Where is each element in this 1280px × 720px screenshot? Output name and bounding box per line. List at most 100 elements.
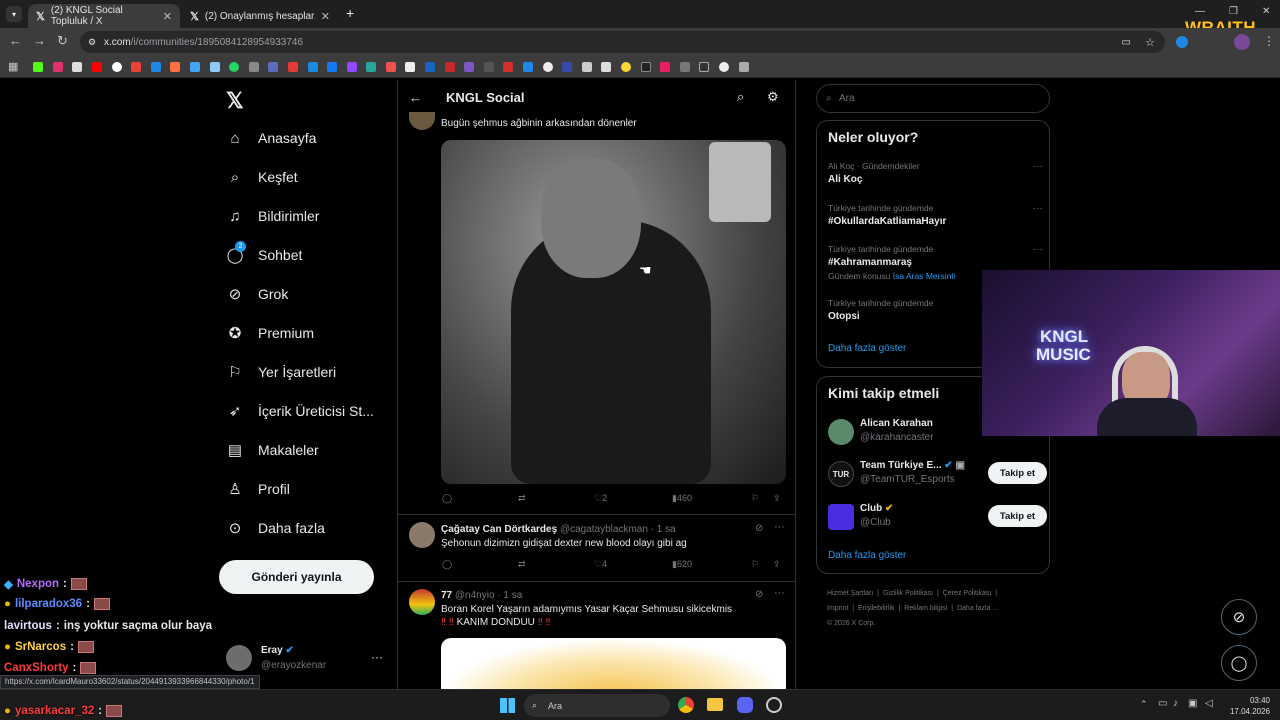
avatar[interactable] — [409, 112, 435, 130]
footer-link[interactable]: Daha fazla ... — [957, 605, 998, 612]
footer-link[interactable]: Gizlilik Politikası — [883, 590, 933, 597]
bookmark-icon-site[interactable] — [287, 61, 298, 72]
more-dots-icon[interactable]: ··· — [774, 587, 785, 599]
bookmark-star-icon[interactable]: ☆ — [1145, 36, 1155, 49]
trend-item[interactable]: Türkiye tarihinde gündemde #OkullardaKatl… — [828, 203, 1043, 227]
system-clock[interactable]: 03:40 17.04.2026 — [1224, 695, 1270, 717]
bookmark-icon-site[interactable] — [581, 61, 592, 72]
bookmark-icon-site[interactable] — [150, 61, 161, 72]
reply-icon[interactable]: ◯ — [442, 559, 452, 570]
extension-icon[interactable] — [1176, 36, 1188, 48]
bookmark-icon-site[interactable] — [209, 61, 220, 72]
bookmark-icon-site[interactable] — [483, 61, 494, 72]
settings-gear-icon[interactable]: ⚙ — [767, 89, 779, 105]
chrome-taskbar-icon[interactable] — [678, 697, 694, 713]
footer-link[interactable]: Reklam bilgisi — [904, 605, 947, 612]
bookmark-icon-site[interactable] — [601, 61, 612, 72]
trend-item[interactable]: Ali Koç · Gündemdekiler Ali Koç ··· — [828, 161, 1043, 185]
bookmark-icon[interactable]: ⚐ — [751, 559, 759, 570]
grok-icon[interactable]: ⊘ — [755, 589, 763, 600]
microphone-icon[interactable]: ♪ — [1173, 698, 1178, 709]
bookmark-icon-site[interactable] — [307, 61, 318, 72]
bookmark-icon-site[interactable] — [385, 61, 396, 72]
nav-creator-studio[interactable]: ➶ İçerik Üreticisi St... — [226, 402, 374, 420]
author-handle[interactable]: @cagatayblackman — [560, 524, 648, 535]
bookmark-icon-x[interactable] — [72, 61, 83, 72]
tab-verified-accounts[interactable]: 𝕏 (2) Onaylanmış hesaplar, baron ✕ — [182, 4, 338, 28]
volume-icon[interactable]: ◁ — [1205, 698, 1213, 709]
nav-notifications[interactable]: ♫ Bildirimler — [226, 207, 319, 225]
more-dots-icon[interactable]: ··· — [774, 521, 785, 533]
author-handle[interactable]: @n4nyio — [455, 590, 495, 601]
apps-grid-icon[interactable]: ▦ — [8, 60, 18, 73]
chevron-up-icon[interactable]: ⌃ — [1140, 699, 1148, 710]
footer-link[interactable]: Hizmet Şartları — [827, 590, 873, 597]
reply-icon[interactable]: ◯ — [442, 493, 452, 504]
more-dots-icon[interactable]: ··· — [1033, 161, 1043, 172]
bookmark-icon-site[interactable] — [366, 61, 377, 72]
nav-premium[interactable]: ✪ Premium — [226, 324, 314, 342]
share-icon[interactable]: ⇪ — [773, 559, 781, 570]
footer-link[interactable]: Erişilebilirlik — [858, 605, 895, 612]
maximize-window-icon[interactable]: ❐ — [1229, 6, 1238, 17]
repost-icon[interactable]: ⇄ — [518, 493, 526, 504]
follow-button[interactable]: Takip et — [988, 462, 1047, 484]
bookmark-icon-site[interactable] — [523, 61, 534, 72]
back-arrow-icon[interactable]: ← — [9, 33, 22, 48]
nav-bookmarks[interactable]: ⚐ Yer İşaretleri — [226, 363, 336, 381]
bookmark-icon-site[interactable] — [718, 61, 729, 72]
taskbar-search[interactable]: ⌕ Ara — [524, 694, 670, 717]
trend-sub-link[interactable]: İsa Aras Mersinli — [893, 271, 955, 281]
bookmark-icon-instagram[interactable] — [52, 61, 63, 72]
views-count[interactable]: ▮ 620 — [672, 559, 692, 570]
messages-fab[interactable]: ◯ — [1221, 645, 1257, 681]
post-image[interactable] — [441, 638, 786, 690]
show-more-trends-link[interactable]: Daha fazla göster — [828, 343, 906, 354]
bookmark-icon-site[interactable] — [425, 61, 436, 72]
bookmark-icon-youtube[interactable] — [91, 61, 102, 72]
close-window-icon[interactable]: ✕ — [1262, 6, 1270, 17]
site-info-icon[interactable]: ⚙ — [88, 37, 96, 48]
bookmark-icon-site[interactable] — [268, 61, 279, 72]
bookmark-icon-site[interactable] — [405, 61, 416, 72]
new-tab-button[interactable]: + — [346, 5, 354, 21]
network-icon[interactable]: ▣ — [1188, 698, 1197, 709]
minimize-window-icon[interactable]: — — [1195, 6, 1205, 17]
bookmark-icon-site[interactable] — [621, 61, 632, 72]
footer-link[interactable]: Çerez Politikası — [943, 590, 992, 597]
post-time[interactable]: · 1 sa — [651, 524, 676, 535]
nav-articles[interactable]: ▤ Makaleler — [226, 441, 319, 459]
nav-more[interactable]: ⊙ Daha fazla — [226, 519, 325, 537]
bookmark-icon-site[interactable] — [699, 61, 710, 72]
author-name[interactable]: 77 — [441, 590, 452, 601]
more-dots-icon[interactable]: ··· — [371, 650, 383, 664]
bookmark-icon-site[interactable] — [248, 61, 259, 72]
back-arrow-icon[interactable]: ← — [409, 90, 422, 105]
post-time[interactable]: · 1 sa — [497, 590, 522, 601]
bookmark-icon-site[interactable] — [189, 61, 200, 72]
bookmark-icon-site[interactable] — [640, 61, 651, 72]
grok-icon[interactable]: ⊘ — [755, 523, 763, 534]
author-name[interactable]: Çağatay Can Dörtkardeş — [441, 524, 557, 535]
bookmark-icon-site[interactable] — [503, 61, 514, 72]
bookmark-icon-site[interactable] — [738, 61, 749, 72]
bookmark-icon-site[interactable] — [660, 61, 671, 72]
like-button[interactable]: ♡ 2 — [594, 493, 607, 504]
nav-grok[interactable]: ⊘ Grok — [226, 285, 289, 303]
avatar[interactable] — [409, 589, 435, 615]
bookmark-icon[interactable]: ⚐ — [751, 493, 759, 504]
cast-icon[interactable]: ▭ — [1122, 37, 1131, 48]
display-icon[interactable]: ▭ — [1158, 698, 1167, 709]
nav-profile[interactable]: ♙ Profil — [226, 480, 290, 498]
tab-kngl-social[interactable]: 𝕏 (2) KNGL Social Topluluk / X ✕ — [28, 4, 180, 28]
footer-link[interactable]: Imprint — [827, 605, 848, 612]
nav-explore[interactable]: ⌕ Keşfet — [226, 168, 298, 186]
follow-button[interactable]: Takip et — [988, 505, 1047, 527]
bookmark-icon-gmail[interactable] — [131, 61, 142, 72]
more-dots-icon[interactable]: ··· — [1033, 244, 1043, 255]
nav-chat[interactable]: ◯ 2 Sohbet — [226, 241, 302, 264]
x-logo-icon[interactable]: 𝕏 — [226, 88, 244, 114]
bookmark-icon-site[interactable] — [444, 61, 455, 72]
bookmark-icon-site[interactable] — [464, 61, 475, 72]
bookmark-icon-kick[interactable] — [33, 61, 44, 72]
